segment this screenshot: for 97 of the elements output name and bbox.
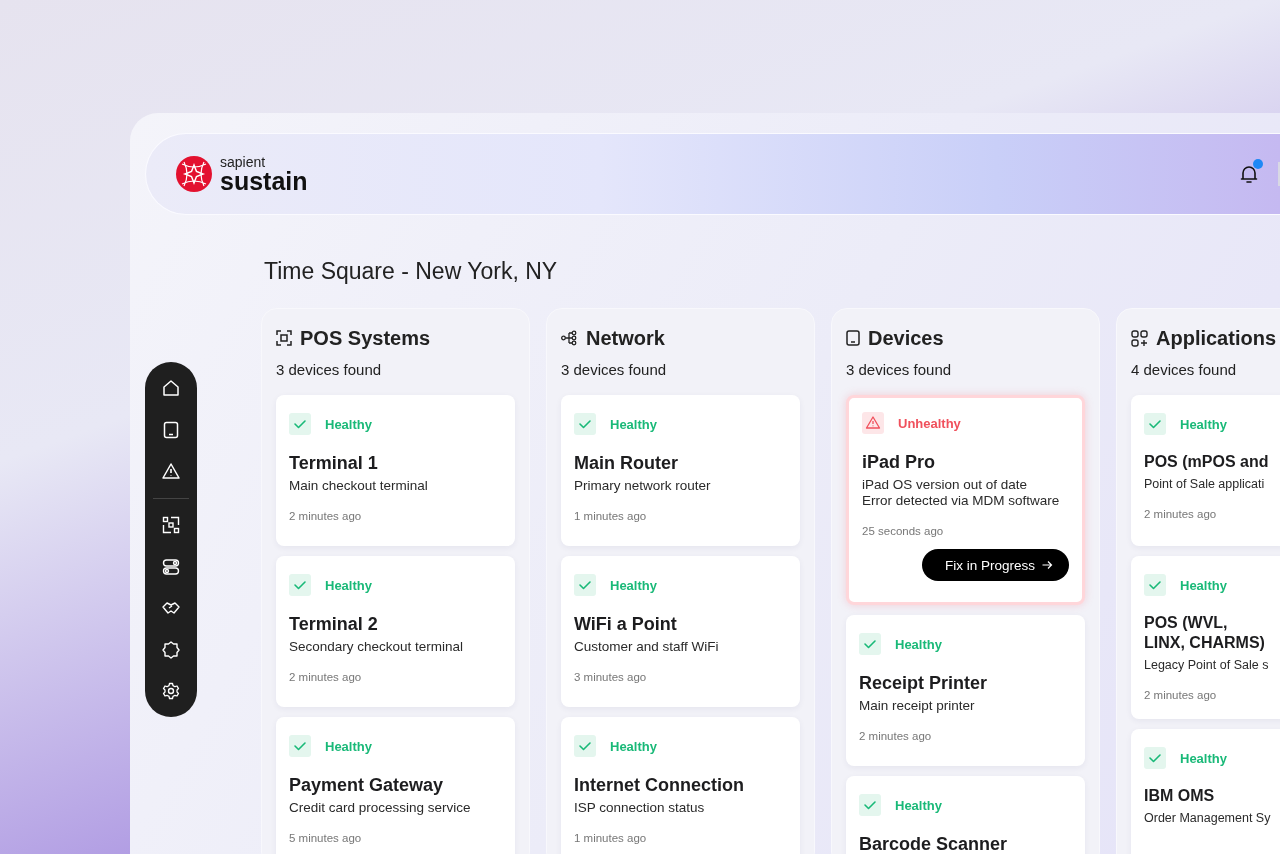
check-icon: [859, 633, 881, 655]
last-updated-time: 25 seconds ago: [862, 525, 945, 537]
device-description: Secondary checkout terminal: [289, 639, 465, 655]
device-card[interactable]: Healthy Barcode Scanner: [846, 776, 1085, 854]
device-card[interactable]: Healthy Internet Connection ISP connection status 1 minutes ago: [561, 717, 800, 854]
warning-icon: [862, 412, 884, 434]
device-name: Payment Gateway: [289, 774, 445, 796]
status-label: Healthy: [610, 738, 657, 754]
warning-icon: [162, 462, 180, 480]
check-icon: [1144, 413, 1166, 435]
home-icon: [162, 379, 180, 397]
check-icon: [574, 413, 596, 435]
device-description: Point of Sale applicati: [1144, 476, 1265, 492]
device-name: iPad Pro: [862, 451, 937, 473]
device-description: Order Management Sy: [1144, 810, 1271, 826]
last-updated-time: 2 minutes ago: [1144, 689, 1218, 701]
device-name: Main Router: [574, 452, 679, 474]
device-name: Receipt Printer: [859, 672, 989, 694]
device-description: Main checkout terminal: [289, 478, 429, 494]
settings-icon: [162, 682, 180, 700]
status-label: Unhealthy: [898, 415, 961, 431]
last-updated-time: 2 minutes ago: [289, 671, 363, 683]
category-title: Network: [586, 326, 665, 350]
toggles-icon: [162, 557, 180, 576]
fix-in-progress-button[interactable]: Fix in Progress: [921, 549, 1069, 581]
device-name: Terminal 1: [289, 452, 379, 474]
device-card[interactable]: Healthy Receipt Printer Main receipt printer 2 minutes ago: [846, 615, 1085, 766]
device-card[interactable]: Healthy IBM OMS Order Management Sy: [1131, 729, 1280, 854]
scan-icon: [276, 330, 292, 346]
status-label: Healthy: [895, 636, 942, 652]
device-name: Barcode Scanner: [859, 833, 1009, 854]
check-icon: [574, 735, 596, 757]
device-name: Terminal 2: [289, 613, 379, 635]
status-label: Healthy: [325, 416, 372, 432]
apps-icon: [1131, 329, 1148, 347]
device-name: Internet Connection: [574, 774, 745, 796]
device-count: 3 devices found: [846, 361, 953, 378]
device-name: POS (mPOS and: [1144, 452, 1270, 472]
status-label: Healthy: [325, 577, 372, 593]
check-icon: [574, 574, 596, 596]
category-title: Applications: [1156, 326, 1276, 350]
device-name: POS (WVL, LINX, CHARMS): [1144, 613, 1266, 653]
handshake-icon: [162, 599, 180, 617]
last-updated-time: 5 minutes ago: [289, 832, 363, 844]
check-icon: [859, 794, 881, 816]
tablet-icon: [846, 330, 860, 346]
status-label: Healthy: [895, 797, 942, 813]
device-name: WiFi a Point: [574, 613, 678, 635]
last-updated-time: 2 minutes ago: [1144, 508, 1218, 520]
status-label: Healthy: [325, 738, 372, 754]
check-icon: [289, 574, 311, 596]
logo-icon: [176, 156, 212, 192]
category-title: Devices: [868, 326, 944, 350]
device-card[interactable]: Healthy Main Router Primary network router 1 minutes ago: [561, 395, 800, 546]
device-card[interactable]: Healthy POS (WVL, LINX, CHARMS) Legacy Point of Sale s 2 minutes ago: [1131, 556, 1280, 719]
page-title: Time Square - New York, NY: [264, 258, 559, 285]
category-title: POS Systems: [300, 326, 431, 350]
device-card[interactable]: Unhealthy iPad Pro iPad OS version out of date Error detected via MDM software 25 seconds ago Fix in Progress: [846, 395, 1085, 605]
device-count: 4 devices found: [1131, 361, 1238, 378]
brand-name: sustain: [220, 168, 308, 194]
tablet-icon: [162, 420, 180, 439]
bell-icon: [1240, 164, 1258, 184]
device-description: iPad OS version out of date: [862, 477, 1029, 493]
device-count: 3 devices found: [561, 361, 668, 378]
last-updated-time: 3 minutes ago: [574, 671, 648, 683]
device-card[interactable]: Healthy Terminal 2 Secondary checkout terminal 2 minutes ago: [276, 556, 515, 707]
blocks-icon: [162, 516, 180, 534]
last-updated-time: 2 minutes ago: [289, 510, 363, 522]
status-label: Healthy: [1180, 416, 1227, 432]
status-label: Healthy: [610, 416, 657, 432]
brand-name-small: sapient: [220, 154, 266, 169]
last-updated-time: 1 minutes ago: [574, 510, 648, 522]
status-label: Healthy: [1180, 750, 1227, 766]
check-icon: [289, 735, 311, 757]
device-name: IBM OMS: [1144, 786, 1216, 806]
device-description: Legacy Point of Sale s: [1144, 657, 1269, 673]
device-description: Main receipt printer: [859, 698, 976, 714]
device-card[interactable]: Healthy Terminal 1 Main checkout terminal 2 minutes ago: [276, 395, 515, 546]
device-description: Error detected via MDM software: [862, 493, 1061, 509]
check-icon: [1144, 574, 1166, 596]
last-updated-time: 2 minutes ago: [859, 730, 933, 742]
device-card[interactable]: Healthy WiFi a Point Customer and staff WiFi 3 minutes ago: [561, 556, 800, 707]
device-description: Customer and staff WiFi: [574, 639, 720, 655]
check-icon: [1144, 747, 1166, 769]
status-label: Healthy: [610, 577, 657, 593]
last-updated-time: 1 minutes ago: [574, 832, 648, 844]
device-card[interactable]: Healthy POS (mPOS and Point of Sale applicati 2 minutes ago: [1131, 395, 1280, 546]
check-icon: [289, 413, 311, 435]
device-description: Credit card processing service: [289, 800, 472, 816]
device-card[interactable]: Healthy Payment Gateway Credit card processing service 5 minutes ago: [276, 717, 515, 854]
badge-icon: [162, 640, 180, 659]
device-description: Primary network router: [574, 478, 712, 494]
device-description: ISP connection status: [574, 800, 706, 816]
status-label: Healthy: [1180, 577, 1227, 593]
arrow-right-icon: [1042, 560, 1053, 570]
network-icon: [561, 330, 578, 346]
device-count: 3 devices found: [276, 361, 383, 378]
